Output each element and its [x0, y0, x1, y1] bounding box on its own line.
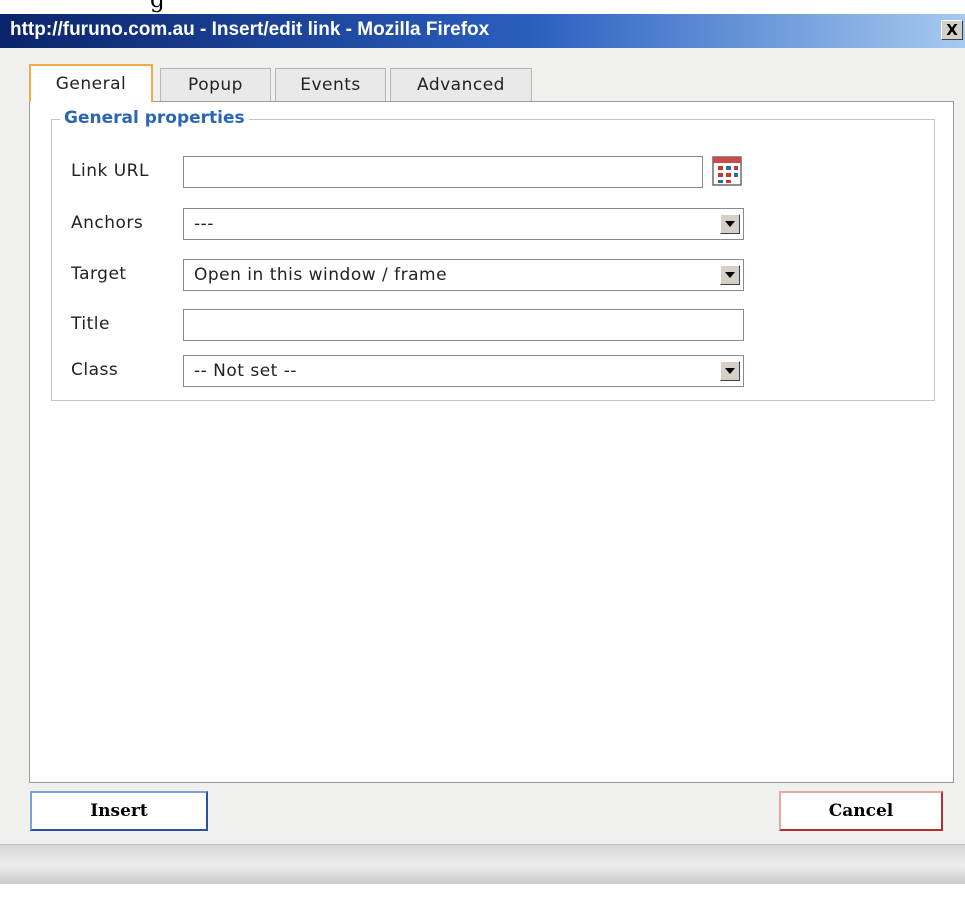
class-row: Class -- Not set --: [52, 355, 936, 387]
title-bar: http://furuno.com.au - Insert/edit link …: [0, 14, 965, 48]
title-label: Title: [71, 314, 110, 334]
browse-link-list-icon[interactable]: [710, 154, 744, 188]
cancel-button[interactable]: Cancel: [779, 791, 943, 831]
tab-advanced[interactable]: Advanced: [390, 68, 532, 101]
tab-events-label: Events: [300, 75, 361, 95]
class-select-value: -- Not set --: [194, 361, 298, 381]
tab-popup-label: Popup: [188, 75, 243, 95]
tab-general-label: General: [55, 74, 127, 94]
anchors-label: Anchors: [71, 213, 144, 233]
tab-general[interactable]: General: [29, 64, 153, 102]
anchors-select-value: ---: [194, 214, 214, 234]
anchors-row: Anchors ---: [52, 208, 936, 240]
class-label: Class: [71, 360, 119, 380]
target-dropdown-arrow-icon[interactable]: [720, 265, 740, 285]
target-row: Target Open in this window / frame: [52, 259, 936, 291]
title-input[interactable]: [183, 309, 744, 341]
general-properties-fieldset: General properties Link URL Anchors --- …: [51, 108, 936, 401]
background-page-strip: g: [0, 0, 965, 14]
target-select-value: Open in this window / frame: [194, 265, 448, 285]
target-label: Target: [71, 264, 127, 284]
window-title: http://furuno.com.au - Insert/edit link …: [10, 19, 490, 40]
target-select[interactable]: Open in this window / frame: [183, 259, 744, 291]
insert-button-label: Insert: [90, 801, 148, 821]
class-select[interactable]: -- Not set --: [183, 355, 744, 387]
link-url-row: Link URL: [52, 156, 936, 188]
insert-button[interactable]: Insert: [30, 791, 208, 831]
anchors-select[interactable]: ---: [183, 208, 744, 240]
link-url-input[interactable]: [183, 156, 703, 188]
cancel-button-label: Cancel: [828, 801, 894, 821]
tab-popup[interactable]: Popup: [160, 68, 271, 101]
tab-panel-general: General properties Link URL Anchors --- …: [29, 101, 954, 783]
tab-events[interactable]: Events: [275, 68, 386, 101]
link-url-label: Link URL: [71, 161, 149, 181]
title-row: Title: [52, 309, 936, 341]
general-properties-legend: General properties: [60, 108, 249, 128]
close-button[interactable]: X: [941, 20, 963, 40]
window-bottom-edge: [0, 884, 965, 897]
background-page-text: g: [150, 0, 165, 13]
close-icon: X: [946, 21, 958, 39]
tab-advanced-label: Advanced: [417, 75, 505, 95]
status-bar: [0, 844, 965, 885]
class-dropdown-arrow-icon[interactable]: [720, 361, 740, 381]
dialog-window: http://furuno.com.au - Insert/edit link …: [0, 14, 965, 897]
anchors-dropdown-arrow-icon[interactable]: [720, 214, 740, 234]
